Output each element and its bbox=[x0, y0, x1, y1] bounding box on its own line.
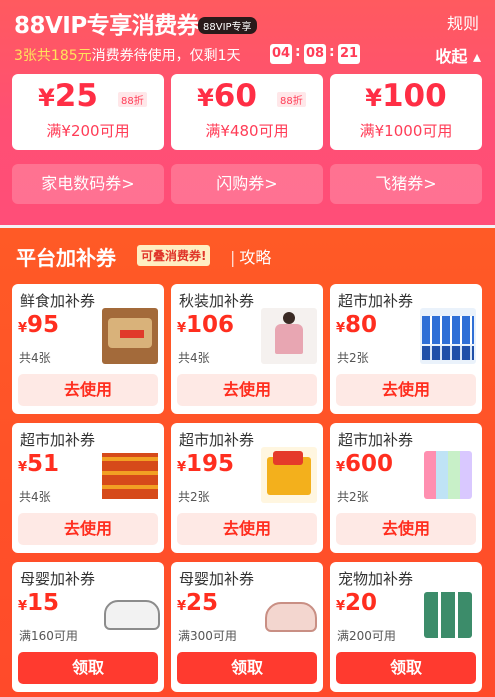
claim-button[interactable]: 领取 bbox=[336, 652, 476, 684]
card-amount: ¥51 bbox=[18, 451, 60, 477]
subsidy-card-autumn-clothing[interactable]: 秋装加补券 ¥106 共4张 去使用 bbox=[171, 284, 323, 414]
subsidy-card-maternity[interactable]: 母婴加补券 ¥25 满300可用 领取 bbox=[171, 562, 323, 692]
card-count: 共4张 bbox=[19, 490, 51, 504]
coupon-discount-badge: 88折 bbox=[277, 92, 306, 107]
toothpaste-pack-thumbnail bbox=[420, 308, 476, 364]
subsidy-card-supermarket[interactable]: 超市加补券 ¥600 共2张 去使用 bbox=[330, 423, 482, 553]
countdown-separator: : bbox=[295, 44, 301, 60]
card-name: 秋装加补券 bbox=[179, 292, 255, 310]
card-name: 母婴加补券 bbox=[179, 570, 255, 588]
card-name: 超市加补券 bbox=[338, 431, 414, 449]
vip-subtitle-highlight: 3张共185元 bbox=[14, 48, 92, 64]
coupon-condition: 满¥1000可用 bbox=[359, 122, 453, 140]
use-button[interactable]: 去使用 bbox=[336, 374, 476, 406]
subsidy-card-maternity[interactable]: 母婴加补券 ¥15 满160可用 领取 bbox=[12, 562, 164, 692]
baby-shoe-gray-thumbnail bbox=[102, 586, 160, 642]
subsidy-card-supermarket[interactable]: 超市加补券 ¥80 共2张 去使用 bbox=[330, 284, 482, 414]
vip-coupon-25[interactable]: ¥25 88折 满¥200可用 bbox=[12, 74, 164, 150]
vip-subtitle: 3张共185元消费券待使用，仅剩1天 bbox=[14, 45, 241, 65]
countdown-separator: : bbox=[329, 44, 335, 60]
vip-title: 88VIP专享消费券 bbox=[14, 13, 200, 39]
use-button[interactable]: 去使用 bbox=[177, 374, 317, 406]
coupon-condition: 满¥200可用 bbox=[46, 122, 130, 140]
baby-shoe-pink-thumbnail bbox=[261, 586, 317, 642]
use-button[interactable]: 去使用 bbox=[18, 374, 158, 406]
card-name: 母婴加补券 bbox=[20, 570, 96, 588]
stackable-badge: 可叠消费券! bbox=[137, 245, 211, 266]
card-name: 超市加补券 bbox=[338, 292, 414, 310]
subsidy-card-supermarket[interactable]: 超市加补券 ¥51 共4张 去使用 bbox=[12, 423, 164, 553]
card-amount: ¥80 bbox=[336, 312, 378, 338]
card-name: 宠物加补券 bbox=[338, 570, 414, 588]
instant-noodles-thumbnail bbox=[102, 447, 158, 503]
use-button[interactable]: 去使用 bbox=[336, 513, 476, 545]
subsidy-card-supermarket[interactable]: 超市加补券 ¥195 共2张 去使用 bbox=[171, 423, 323, 553]
coupon-condition: 满¥480可用 bbox=[205, 122, 289, 140]
coupon-amount: ¥25 bbox=[38, 78, 98, 114]
card-amount: ¥95 bbox=[18, 312, 60, 338]
category-flash-coupon[interactable]: 闪购券> bbox=[171, 164, 323, 204]
subsidy-card-pet[interactable]: 宠物加补券 ¥20 满200可用 领取 bbox=[330, 562, 482, 692]
card-amount: ¥195 bbox=[177, 451, 235, 477]
card-count: 共2张 bbox=[337, 490, 369, 504]
pet-food-thumbnail bbox=[420, 586, 476, 642]
claim-button[interactable]: 领取 bbox=[177, 652, 317, 684]
snack-carton-thumbnail bbox=[261, 447, 317, 503]
rules-link[interactable]: 规则 bbox=[447, 10, 479, 34]
divider: | bbox=[230, 248, 236, 267]
category-appliance-coupon[interactable]: 家电数码券> bbox=[12, 164, 164, 204]
coupon-amount: ¥60 bbox=[197, 78, 257, 114]
toothpaste-tubes-thumbnail bbox=[420, 447, 476, 503]
subsidy-card-fresh-food[interactable]: 鲜食加补券 ¥95 共4张 去使用 bbox=[12, 284, 164, 414]
countdown-minutes: 08 bbox=[304, 44, 326, 64]
card-condition: 满300可用 bbox=[178, 629, 237, 643]
coupon-discount-badge: 88折 bbox=[118, 92, 147, 107]
countdown-hours: 04 bbox=[270, 44, 292, 64]
vip-coupon-section: 88VIP专享消费券 88VIP专享 规则 3张共185元消费券待使用，仅剩1天… bbox=[0, 0, 495, 225]
card-condition: 满160可用 bbox=[19, 629, 78, 643]
snack-box-thumbnail bbox=[102, 308, 158, 364]
card-amount: ¥25 bbox=[177, 590, 219, 616]
card-name: 鲜食加补券 bbox=[20, 292, 96, 310]
card-count: 共2张 bbox=[178, 490, 210, 504]
guide-link-label: 攻略 bbox=[239, 248, 272, 267]
countdown-seconds: 21 bbox=[338, 44, 360, 64]
card-amount: ¥600 bbox=[336, 451, 394, 477]
category-fliggy-coupon[interactable]: 飞猪券> bbox=[330, 164, 482, 204]
clothing-model-thumbnail bbox=[261, 308, 317, 364]
card-count: 共4张 bbox=[19, 351, 51, 365]
coupon-amount: ¥100 bbox=[365, 78, 447, 114]
guide-link[interactable]: | 攻略 bbox=[230, 244, 271, 268]
collapse-button[interactable]: 收起 ▴ bbox=[435, 43, 481, 67]
card-name: 超市加补券 bbox=[20, 431, 96, 449]
vip-badge: 88VIP专享 bbox=[198, 17, 257, 34]
vip-coupon-60[interactable]: ¥60 88折 满¥480可用 bbox=[171, 74, 323, 150]
subsidy-title: 平台加补券 bbox=[16, 246, 116, 270]
subsidy-coupon-section: 平台加补券 可叠消费券! | 攻略 鲜食加补券 ¥95 共4张 去使用 秋装加补券… bbox=[0, 228, 495, 697]
card-count: 共4张 bbox=[178, 351, 210, 365]
claim-button[interactable]: 领取 bbox=[18, 652, 158, 684]
card-condition: 满200可用 bbox=[337, 629, 396, 643]
card-amount: ¥106 bbox=[177, 312, 235, 338]
vip-coupon-100[interactable]: ¥100 满¥1000可用 bbox=[330, 74, 482, 150]
vip-subtitle-text: 消费券待使用，仅剩1天 bbox=[91, 48, 241, 64]
card-amount: ¥15 bbox=[18, 590, 60, 616]
card-name: 超市加补券 bbox=[179, 431, 255, 449]
card-amount: ¥20 bbox=[336, 590, 378, 616]
use-button[interactable]: 去使用 bbox=[177, 513, 317, 545]
card-count: 共2张 bbox=[337, 351, 369, 365]
use-button[interactable]: 去使用 bbox=[18, 513, 158, 545]
